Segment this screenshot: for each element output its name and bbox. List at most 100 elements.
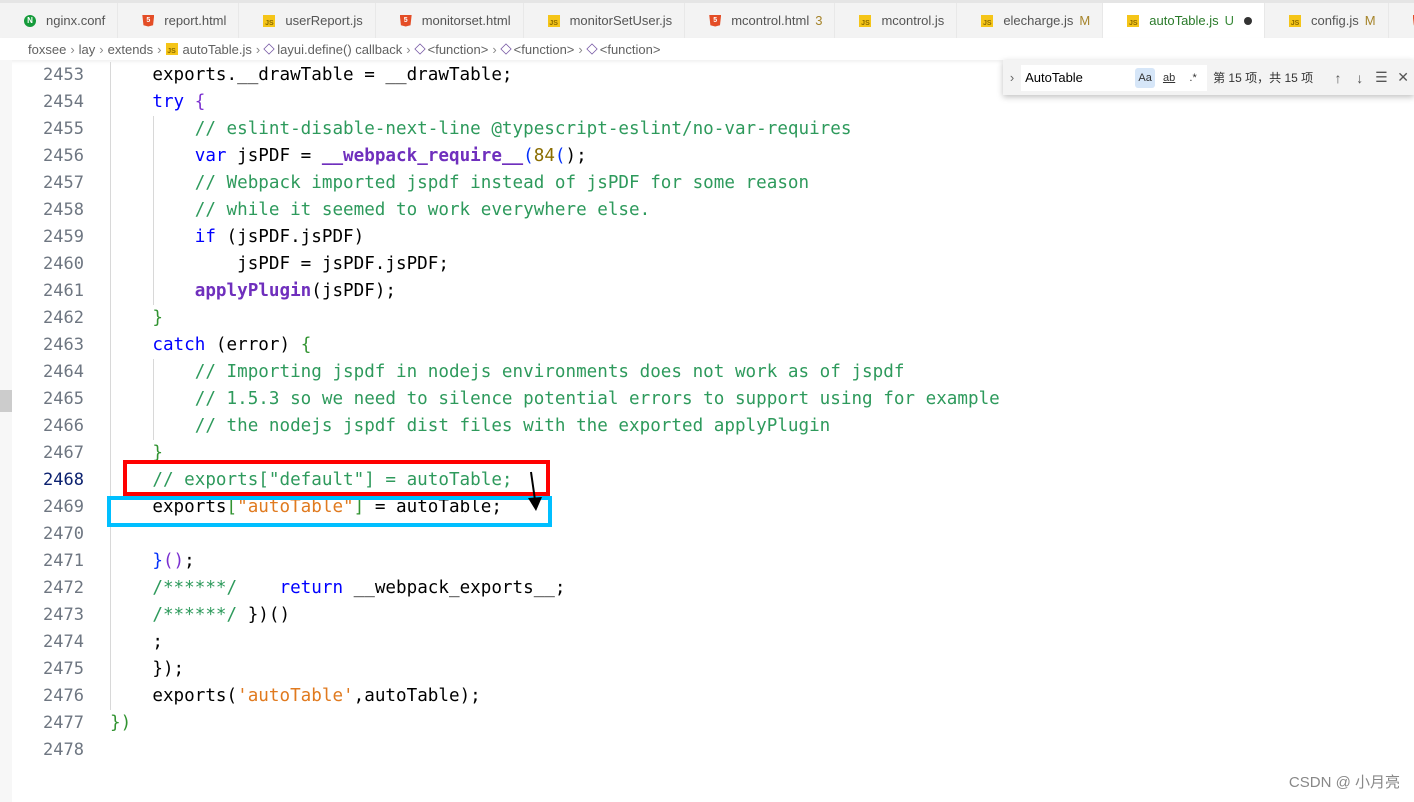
line-number: 2463 [43,335,84,355]
tab-label: nginx.conf [46,13,106,28]
tab-label: elecharge.js [1003,13,1074,28]
code-token: var [194,146,227,166]
breadcrumb-item[interactable]: JS autoTable.js [165,41,252,57]
code-line: if (jsPDF.jsPDF) [110,224,1000,251]
tab-more[interactable]: 5 [1389,3,1414,38]
previous-match-icon[interactable]: ↑ [1327,70,1349,86]
code-line: jsPDF = jsPDF.jsPDF; [110,251,1000,278]
line-number: 2469 [43,497,84,517]
code-line: // while it seemed to work everywhere el… [110,197,1000,224]
whole-word-toggle[interactable]: ab [1159,68,1179,88]
code-token: // Importing jspdf in nodejs environment… [110,362,905,382]
code-line: } [110,305,1000,332]
line-number: 2455 [43,119,84,139]
line-number: 2459 [43,227,84,247]
code-line: exports.__drawTable = __drawTable; [110,62,1000,89]
unsaved-dot-icon[interactable] [1244,16,1253,25]
tab-label: mcontrol.js [881,13,945,28]
tab-mcontrol-html[interactable]: 5 mcontrol.html 3 [685,3,836,38]
code-line: // exports["default"] = autoTable; [110,467,1000,494]
code-line: // Webpack imported jspdf instead of jsP… [110,170,1000,197]
code-line: // the nodejs jspdf dist files with the … [110,413,1000,440]
line-number: 2465 [43,389,84,409]
html-icon: 5 [142,14,155,27]
tab-monitorsetuser-js[interactable]: JS monitorSetUser.js [524,3,686,38]
breadcrumb-item[interactable]: foxsee [28,42,66,57]
chevron-right-icon: › [406,41,411,57]
breadcrumb-item[interactable]: layui.define() callback [263,42,402,57]
match-case-toggle[interactable]: Aa [1135,67,1156,88]
code-editor[interactable]: exports.__drawTable = __drawTable; try {… [110,62,1000,764]
code-token: } [152,551,163,571]
code-token: = autoTable; [364,497,502,517]
line-number: 2462 [43,308,84,328]
js-icon: JS [1127,14,1140,27]
line-number: 2467 [43,443,84,463]
code-token: // while it seemed to work everywhere el… [110,200,651,220]
tab-config-js[interactable]: JS config.js M [1265,3,1389,38]
regex-toggle[interactable]: .* [1183,68,1203,88]
breadcrumb-label: <function> [599,41,661,57]
breadcrumb-label: autoTable.js [182,41,252,57]
breadcrumb-item[interactable]: <function> [586,41,661,57]
activity-strip [0,60,12,802]
scroll-marker [0,390,12,412]
breadcrumb-item[interactable]: lay [79,42,96,57]
code-line: }) [110,710,1000,737]
code-line: try { [110,89,1000,116]
tab-monitorset-html[interactable]: 5 monitorset.html [376,3,524,38]
code-line: // eslint-disable-next-line @typescript-… [110,116,1000,143]
tab-autotable-js[interactable]: JS autoTable.js U [1103,3,1266,38]
tab-mcontrol-js[interactable]: JS mcontrol.js [835,3,958,38]
breadcrumb-item[interactable]: extends [108,42,154,57]
breadcrumb-item[interactable]: <function> [413,42,488,57]
line-number: 2457 [43,173,84,193]
breadcrumb-item[interactable]: <function> [500,41,575,57]
next-match-icon[interactable]: ↓ [1349,70,1371,86]
js-icon: JS [859,14,872,27]
code-token: if [194,227,216,247]
chevron-right-icon: › [70,41,75,57]
code-token: })() [237,605,291,625]
line-number: 2466 [43,416,84,436]
line-number: 2478 [43,740,84,760]
line-number: 2464 [43,362,84,382]
breadcrumb-label: <function> [513,41,575,57]
tab-userreport-js[interactable]: JS userReport.js [239,3,376,38]
code-token: ); [565,146,587,166]
chevron-right-icon: › [492,41,497,57]
code-token: __webpack_exports__; [343,578,566,598]
symbol-icon [263,43,275,55]
code-token: /******/ [110,578,238,598]
tab-nginx-conf[interactable]: Nnginx.conf [0,3,119,38]
tab-elecharge-js[interactable]: JS elecharge.js M [957,3,1104,38]
html-icon: 5 [399,14,412,27]
find-widget: › Aa ab .* 第 15 项，共 15 项 ↑ ↓ ☰ ✕ [1003,60,1414,95]
js-icon: JS [981,14,994,27]
tab-report-html[interactable]: 5 report.html [118,3,240,38]
find-in-selection-icon[interactable]: ☰ [1371,69,1393,86]
line-number: 2468 [43,470,84,490]
line-number: 2456 [43,146,84,166]
line-number: 2476 [43,686,84,706]
code-token: (error) [205,335,301,355]
line-number: 2472 [43,578,84,598]
line-number: 2461 [43,281,84,301]
code-line: } [110,440,1000,467]
code-token: () [162,551,185,571]
tab-badge: M [1079,13,1091,28]
toggle-replace-icon[interactable]: › [1003,70,1021,85]
tab-label: monitorSetUser.js [569,13,673,28]
code-token: applyPlugin [194,281,312,301]
close-icon[interactable]: ✕ [1392,69,1414,86]
find-input[interactable] [1025,70,1136,85]
code-token: } [152,308,163,328]
